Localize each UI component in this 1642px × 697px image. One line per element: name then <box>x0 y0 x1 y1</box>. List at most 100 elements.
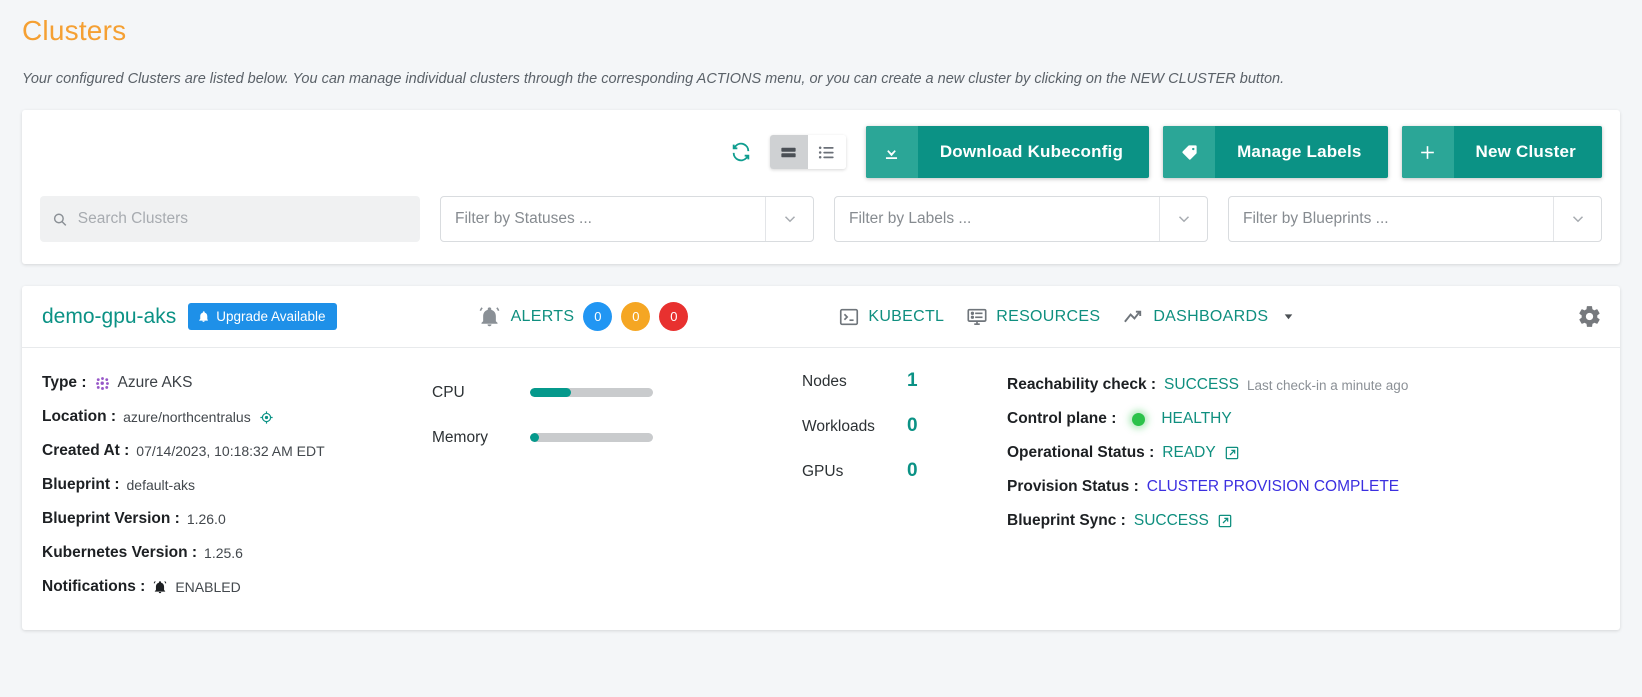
count-nodes-label: Nodes <box>802 373 847 390</box>
usage-memory-bar <box>530 433 653 442</box>
external-link-icon[interactable] <box>1224 445 1240 461</box>
detail-location: Location : azure/northcentralus <box>42 400 432 434</box>
cluster-actions-group: KUBECTL RESOURCES DASHBOARDS <box>838 305 1295 328</box>
filters-toolbar-card: Download Kubeconfig Manage Labels New Cl… <box>22 110 1620 264</box>
count-nodes: Nodes 1 <box>802 370 1007 415</box>
terminal-icon <box>838 306 860 328</box>
detail-type-label: Type : <box>42 374 87 391</box>
status-operational: Operational Status : READY <box>1007 436 1600 470</box>
chevron-down-icon <box>1159 197 1207 241</box>
page-title: Clusters <box>22 15 127 46</box>
upgrade-badge-label: Upgrade Available <box>216 309 326 324</box>
manage-labels-button[interactable]: Manage Labels <box>1163 126 1388 178</box>
alert-count-info[interactable]: 0 <box>583 302 613 331</box>
cluster-card: demo-gpu-aks Upgrade Available ALERTS 0 … <box>22 286 1620 630</box>
count-gpus: GPUs 0 <box>802 460 1007 505</box>
filter-statuses-value: Filter by Statuses ... <box>455 210 592 227</box>
resources-action[interactable]: RESOURCES <box>966 306 1100 328</box>
chevron-down-icon <box>765 197 813 241</box>
filter-labels-value: Filter by Labels ... <box>849 210 972 227</box>
new-cluster-label: New Cluster <box>1475 142 1576 161</box>
detail-kubernetes-version: Kubernetes Version : 1.25.6 <box>42 536 432 570</box>
kubectl-action[interactable]: KUBECTL <box>838 306 944 328</box>
count-workloads-label: Workloads <box>802 418 875 435</box>
status-control-plane: Control plane : HEALTHY <box>1007 402 1600 436</box>
toolbar-row: Download Kubeconfig Manage Labels New Cl… <box>40 124 1602 180</box>
filter-by-statuses-select[interactable]: Filter by Statuses ... <box>440 196 814 242</box>
detail-notifications-value: ENABLED <box>175 579 241 595</box>
bell-icon <box>199 311 209 322</box>
refresh-icon <box>732 142 750 162</box>
detail-type: Type : Azure AKS <box>42 366 432 400</box>
azure-aks-icon <box>94 375 111 392</box>
detail-created-label: Created At : <box>42 442 130 459</box>
detail-blueprint-version-label: Blueprint Version : <box>42 510 180 527</box>
resources-icon <box>966 306 988 328</box>
refresh-button[interactable] <box>726 137 756 167</box>
status-reachability-label: Reachability check : <box>1007 376 1157 393</box>
detail-type-value: Azure AKS <box>117 374 193 391</box>
status-blueprint-sync: Blueprint Sync : SUCCESS <box>1007 504 1600 538</box>
status-provision-label: Provision Status : <box>1007 478 1139 495</box>
count-nodes-value: 1 <box>907 370 918 391</box>
chevron-down-icon <box>1553 197 1601 241</box>
upgrade-available-badge[interactable]: Upgrade Available <box>188 303 337 330</box>
gear-icon <box>1579 306 1600 327</box>
detail-blueprint-value: default-aks <box>126 477 195 493</box>
detail-notifications-label: Notifications : <box>42 578 146 595</box>
detail-blueprint-label: Blueprint : <box>42 476 120 493</box>
download-kubeconfig-button[interactable]: Download Kubeconfig <box>865 126 1150 178</box>
cluster-settings-button[interactable] <box>1577 304 1602 329</box>
usage-memory: Memory <box>432 415 802 460</box>
status-blueprint-sync-label: Blueprint Sync : <box>1007 512 1126 529</box>
external-link-icon[interactable] <box>1217 513 1233 529</box>
status-reachability: Reachability check : SUCCESS Last check-… <box>1007 368 1600 402</box>
resources-label: RESOURCES <box>996 307 1101 325</box>
location-target-icon <box>259 410 274 425</box>
detail-location-label: Location : <box>42 408 117 425</box>
status-reachability-value: SUCCESS <box>1164 376 1239 393</box>
filter-blueprints-value: Filter by Blueprints ... <box>1243 210 1389 227</box>
search-input[interactable] <box>77 210 408 228</box>
tag-icon <box>1163 126 1216 178</box>
health-dot-icon <box>1132 412 1146 426</box>
status-blueprint-sync-value: SUCCESS <box>1133 512 1209 529</box>
cluster-name-link[interactable]: demo-gpu-aks <box>42 305 176 329</box>
dashboards-action[interactable]: DASHBOARDS <box>1122 305 1295 328</box>
detail-kubernetes-version-value: 1.25.6 <box>204 545 243 561</box>
usage-cpu: CPU <box>432 370 802 415</box>
cluster-details-column: Type : Azure AKS Location : azure/northc… <box>42 366 432 604</box>
filter-by-labels-select[interactable]: Filter by Labels ... <box>834 196 1208 242</box>
plus-icon <box>1401 126 1454 178</box>
detail-created-at: Created At : 07/14/2023, 10:18:32 AM EDT <box>42 434 432 468</box>
search-icon <box>53 213 67 226</box>
alert-count-critical[interactable]: 0 <box>659 302 689 331</box>
count-workloads-value: 0 <box>907 415 918 436</box>
filter-by-blueprints-select[interactable]: Filter by Blueprints ... <box>1228 196 1602 242</box>
detail-notifications: Notifications : ENABLED <box>42 570 432 604</box>
status-provision-value[interactable]: CLUSTER PROVISION COMPLETE <box>1147 478 1399 496</box>
usage-cpu-bar <box>530 388 653 397</box>
status-last-checkin: Last check-in a minute ago <box>1246 377 1409 393</box>
list-view-toggle[interactable] <box>807 135 846 169</box>
alerts-label: ALERTS <box>510 307 575 325</box>
dashboards-label: DASHBOARDS <box>1153 307 1269 325</box>
card-view-icon <box>781 147 796 157</box>
count-workloads: Workloads 0 <box>802 415 1007 460</box>
status-control-plane-label: Control plane : <box>1007 410 1117 427</box>
detail-location-value: azure/northcentralus <box>123 409 251 425</box>
page-subtitle: Your configured Clusters are listed belo… <box>22 71 1285 87</box>
usage-cpu-label: CPU <box>432 383 465 401</box>
detail-kubernetes-version-label: Kubernetes Version : <box>42 544 198 561</box>
detail-blueprint-version: Blueprint Version : 1.26.0 <box>42 502 432 536</box>
usage-memory-label: Memory <box>432 428 488 446</box>
status-provision: Provision Status : CLUSTER PROVISION COM… <box>1007 470 1600 504</box>
search-clusters-box[interactable] <box>40 196 420 242</box>
card-view-toggle[interactable] <box>769 135 808 169</box>
new-cluster-button[interactable]: New Cluster <box>1401 126 1602 178</box>
detail-created-value: 07/14/2023, 10:18:32 AM EDT <box>136 443 325 459</box>
download-kubeconfig-label: Download Kubeconfig <box>939 142 1124 161</box>
bell-icon <box>152 579 168 595</box>
detail-blueprint: Blueprint : default-aks <box>42 468 432 502</box>
alert-count-warning[interactable]: 0 <box>621 302 651 331</box>
